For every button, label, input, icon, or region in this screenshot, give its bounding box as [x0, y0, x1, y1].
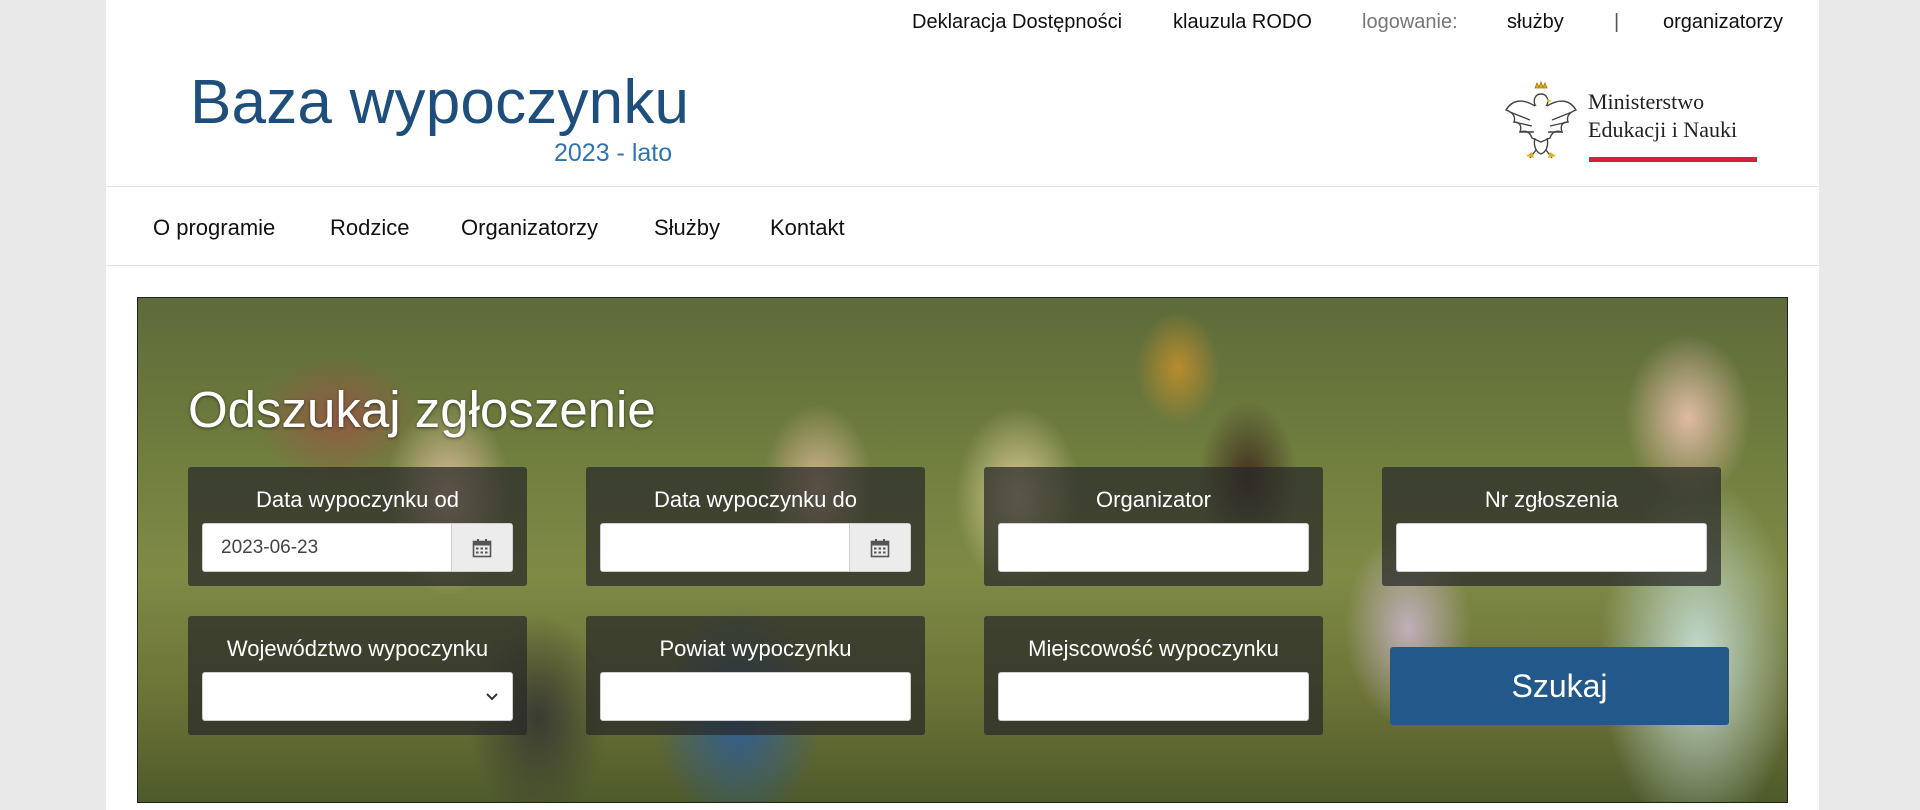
date-from-calendar-button[interactable]	[451, 524, 512, 571]
site-logo-title[interactable]: Baza wypoczynku	[190, 68, 689, 138]
eagle-emblem-icon	[1504, 80, 1578, 159]
organizer-group: Organizator	[984, 467, 1323, 586]
date-to-box	[600, 523, 911, 572]
voivodeship-select[interactable]	[202, 672, 513, 721]
page: Deklaracja Dostępności klauzula RODO log…	[106, 0, 1819, 810]
county-input[interactable]	[601, 673, 910, 720]
date-to-input[interactable]	[601, 524, 851, 571]
top-bar: Deklaracja Dostępności klauzula RODO log…	[106, 0, 1819, 44]
organizer-input[interactable]	[999, 524, 1308, 571]
date-from-input[interactable]	[203, 524, 453, 571]
nav-item-services[interactable]: Służby	[654, 215, 720, 241]
calendar-icon	[472, 538, 492, 557]
ministry-underline	[1589, 157, 1757, 162]
nav-item-contact[interactable]: Kontakt	[770, 215, 845, 241]
main-nav: O programie Rodzice Organizatorzy Służby…	[106, 186, 1819, 266]
accessibility-link[interactable]: Deklaracja Dostępności	[912, 11, 1122, 33]
locality-group: Miejscowość wypoczynku	[984, 616, 1323, 735]
date-to-group: Data wypoczynku do	[586, 467, 925, 586]
search-hero: Odszukaj zgłoszenie Data wypoczynku od 2…	[137, 297, 1788, 803]
date-to-label: Data wypoczynku do	[654, 487, 857, 512]
ministry-logo[interactable]: Ministerstwo Edukacji i Nauki	[1502, 80, 1757, 170]
login-organizers-link[interactable]: organizatorzy	[1663, 11, 1783, 33]
rodo-link[interactable]: klauzula RODO	[1173, 11, 1312, 33]
date-from-box	[202, 523, 513, 572]
locality-input[interactable]	[999, 673, 1308, 720]
nav-item-parents[interactable]: Rodzice	[330, 215, 409, 241]
login-label: logowanie:	[1362, 11, 1458, 33]
organizer-box	[998, 523, 1309, 572]
number-label: Nr zgłoszenia	[1484, 487, 1619, 512]
county-label: Powiat wypoczynku	[659, 636, 852, 661]
topbar-separator: |	[1614, 11, 1620, 33]
login-services-link[interactable]: służby	[1507, 11, 1564, 33]
ministry-name: Ministerstwo Edukacji i Nauki	[1588, 88, 1737, 144]
nav-item-about[interactable]: O programie	[153, 215, 275, 241]
locality-label: Miejscowość wypoczynku	[1028, 636, 1279, 661]
search-title: Odszukaj zgłoszenie	[188, 381, 656, 438]
number-group: Nr zgłoszenia	[1382, 467, 1721, 586]
date-to-calendar-button[interactable]	[849, 524, 910, 571]
search-button[interactable]: Szukaj	[1390, 647, 1729, 725]
ministry-name-line1: Ministerstwo	[1588, 89, 1705, 114]
organizer-label: Organizator	[1096, 487, 1211, 512]
voivodeship-group: Województwo wypoczynku	[188, 616, 527, 735]
locality-box	[998, 672, 1309, 721]
date-from-label: Data wypoczynku od	[256, 487, 459, 512]
nav-item-organizers[interactable]: Organizatorzy	[461, 215, 598, 241]
county-group: Powiat wypoczynku	[586, 616, 925, 735]
voivodeship-value[interactable]	[203, 673, 512, 720]
number-box	[1396, 523, 1707, 572]
ministry-name-line2: Edukacji i Nauki	[1588, 117, 1738, 142]
voivodeship-label: Województwo wypoczynku	[226, 636, 489, 661]
county-box	[600, 672, 911, 721]
site-logo-subtitle: 2023 - lato	[554, 139, 673, 167]
number-input[interactable]	[1397, 524, 1706, 571]
date-from-group: Data wypoczynku od	[188, 467, 527, 586]
chevron-down-icon	[486, 693, 498, 701]
calendar-icon	[870, 538, 890, 557]
